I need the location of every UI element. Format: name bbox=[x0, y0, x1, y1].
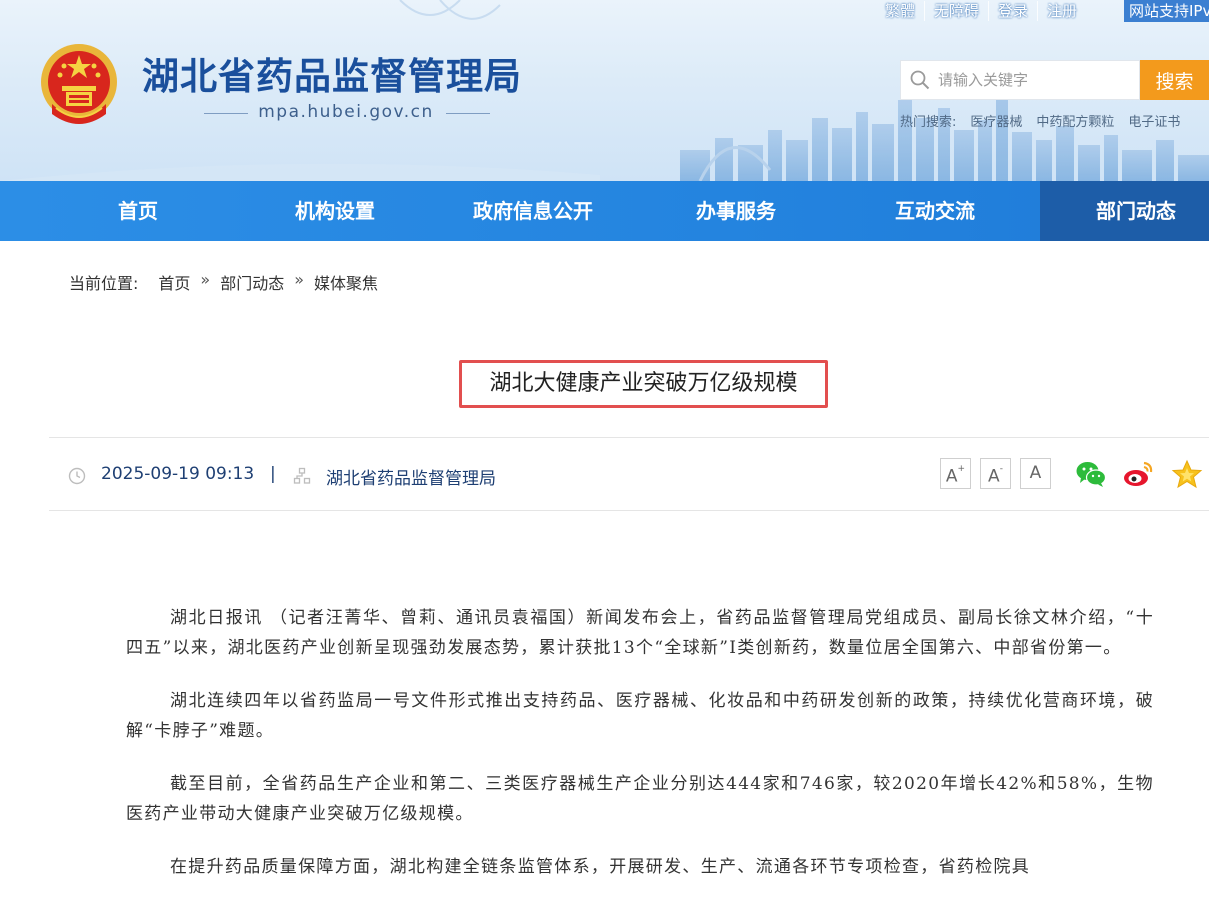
national-emblem-icon bbox=[41, 44, 117, 124]
search-icon bbox=[910, 70, 930, 90]
breadcrumb-separator: » bbox=[294, 270, 305, 289]
breadcrumb-media-focus[interactable]: 媒体聚焦 bbox=[314, 270, 378, 294]
login-link[interactable]: 登录 bbox=[989, 1, 1039, 21]
font-decrease-button[interactable]: A- bbox=[980, 458, 1011, 489]
favorite-star-icon[interactable] bbox=[1171, 459, 1203, 489]
article-paragraph: 截至目前，全省药品生产企业和第二、三类医疗器械生产企业分别达444家和746家，… bbox=[126, 774, 1154, 824]
site-header: 湖北省药品监督管理局 mpa.hubei.gov.cn 繁體 无障碍 登录 注册… bbox=[0, 0, 1209, 181]
search-button[interactable]: 搜索 bbox=[1140, 60, 1209, 100]
article-paragraph: 湖北连续四年以省药监局一号文件形式推出支持药品、医疗器械、化妆品和中药研发创新的… bbox=[126, 691, 1154, 741]
nav-organization[interactable]: 机构设置 bbox=[240, 181, 440, 241]
wechat-share-icon[interactable] bbox=[1075, 459, 1107, 489]
font-decrease-label: A bbox=[988, 466, 1000, 487]
article-paragraph: 湖北日报讯 （记者汪菁华、曾莉、通讯员袁福国）新闻发布会上，省药品监督管理局党组… bbox=[126, 608, 1154, 658]
nav-services[interactable]: 办事服务 bbox=[640, 181, 840, 241]
hot-search-item-e-certificate[interactable]: 电子证书 bbox=[1128, 111, 1180, 130]
hot-search: 热门搜索: 医疗器械 中药配方颗粒 电子证书 bbox=[900, 111, 1194, 130]
font-increase-button[interactable]: A+ bbox=[940, 458, 971, 489]
publish-date: 2025-09-19 09:13 bbox=[101, 464, 255, 484]
article-paragraph: 在提升药品质量保障方面，湖北构建全链条监管体系，开展研发、生产、流通各环节专项检… bbox=[170, 857, 1031, 877]
plus-icon: + bbox=[957, 464, 966, 474]
article-meta-bar: 2025-09-19 09:13 | 湖北省药品监督管理局 A+ A- A bbox=[49, 437, 1209, 511]
breadcrumb-department-news[interactable]: 部门动态 bbox=[220, 270, 284, 294]
article-title: 湖北大健康产业突破万亿级规模 bbox=[459, 360, 828, 408]
hot-search-item-tcm-granules[interactable]: 中药配方颗粒 bbox=[1036, 111, 1114, 130]
meta-separator: | bbox=[270, 464, 276, 484]
article-body: 湖北日报讯 （记者汪菁华、曾莉、通讯员袁福国）新闻发布会上，省药品监督管理局党组… bbox=[126, 603, 1154, 905]
minus-icon: - bbox=[999, 464, 1003, 474]
main-nav: 首页 机构设置 政府信息公开 办事服务 互动交流 部门动态 bbox=[0, 181, 1209, 241]
organization-icon bbox=[293, 467, 311, 484]
domain-divider-left bbox=[204, 113, 248, 114]
breadcrumb-label: 当前位置: bbox=[69, 274, 139, 293]
nav-home[interactable]: 首页 bbox=[0, 181, 240, 241]
site-domain-block: mpa.hubei.gov.cn bbox=[204, 102, 490, 124]
nav-department-news[interactable]: 部门动态 bbox=[1040, 181, 1209, 241]
traditional-chinese-link[interactable]: 繁體 bbox=[876, 1, 926, 21]
site-domain: mpa.hubei.gov.cn bbox=[258, 102, 434, 122]
nav-gov-info[interactable]: 政府信息公开 bbox=[440, 181, 640, 241]
ipv6-badge: 网站支持IPv6 bbox=[1124, 0, 1209, 22]
clock-icon bbox=[68, 467, 86, 485]
breadcrumb-separator: » bbox=[200, 270, 211, 289]
top-links: 繁體 无障碍 登录 注册 bbox=[876, 0, 1086, 22]
nav-interaction[interactable]: 互动交流 bbox=[840, 181, 1040, 241]
font-reset-button[interactable]: A bbox=[1020, 458, 1051, 489]
hot-search-label: 热门搜索: bbox=[900, 115, 957, 130]
weibo-share-icon[interactable] bbox=[1122, 459, 1154, 489]
breadcrumb-home[interactable]: 首页 bbox=[158, 270, 190, 294]
search-box bbox=[900, 60, 1140, 100]
article-source: 湖北省药品监督管理局 bbox=[326, 469, 496, 489]
site-title: 湖北省药品监督管理局 bbox=[142, 55, 522, 98]
register-link[interactable]: 注册 bbox=[1038, 1, 1086, 21]
breadcrumb: 当前位置: 首页 » 部门动态 » 媒体聚焦 bbox=[69, 270, 378, 294]
domain-divider-right bbox=[446, 113, 490, 114]
accessibility-link[interactable]: 无障碍 bbox=[925, 1, 990, 21]
hot-search-item-medical-devices[interactable]: 医疗器械 bbox=[970, 111, 1022, 130]
search-input[interactable] bbox=[938, 62, 1138, 98]
font-increase-label: A bbox=[945, 466, 958, 487]
